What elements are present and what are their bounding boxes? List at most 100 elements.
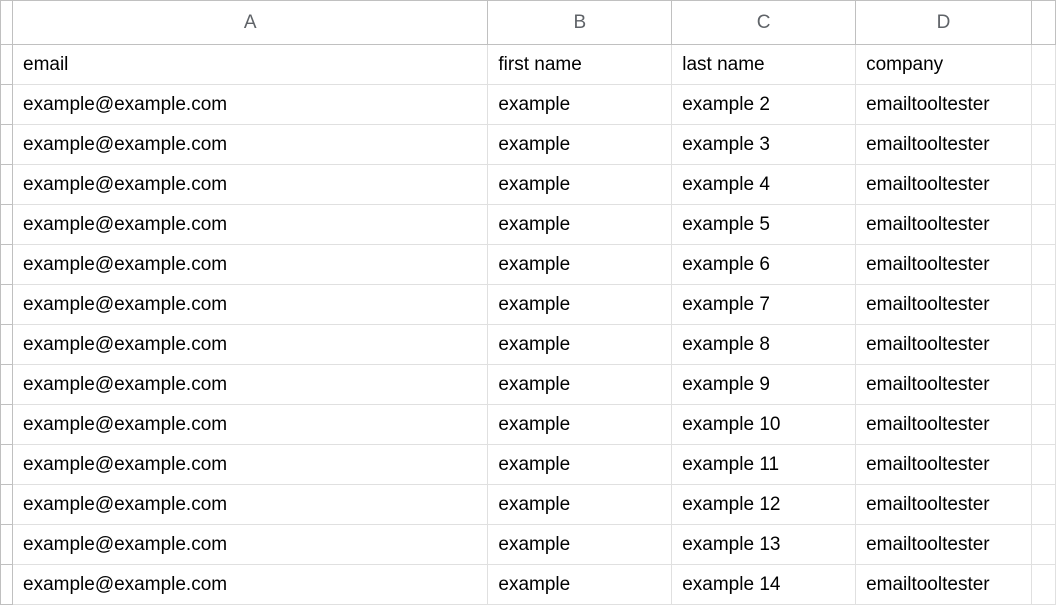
cell-first-name[interactable]: example [488,445,672,485]
cell-empty[interactable] [1031,125,1055,165]
cell-email[interactable]: example@example.com [13,245,488,285]
cell-company[interactable]: emailtooltester [856,485,1032,525]
cell-empty[interactable] [1031,525,1055,565]
column-header-c[interactable]: C [672,1,856,45]
cell-email[interactable]: example@example.com [13,525,488,565]
cell-empty[interactable] [1031,205,1055,245]
cell-first-name[interactable]: example [488,485,672,525]
cell-first-name[interactable]: example [488,205,672,245]
table-row: example@example.com example example 11 e… [1,445,1056,485]
cell-company[interactable]: emailtooltester [856,85,1032,125]
cell-last-name[interactable]: example 7 [672,285,856,325]
row-number[interactable] [1,565,13,605]
cell-empty[interactable] [1031,325,1055,365]
row-number[interactable] [1,445,13,485]
cell-first-name[interactable]: example [488,525,672,565]
cell-last-name[interactable]: example 8 [672,325,856,365]
table-row: example@example.com example example 12 e… [1,485,1056,525]
cell-email[interactable]: example@example.com [13,125,488,165]
column-header-b[interactable]: B [488,1,672,45]
column-header-e[interactable] [1031,1,1055,45]
cell-header-empty[interactable] [1031,45,1055,85]
cell-empty[interactable] [1031,565,1055,605]
table-row: example@example.com example example 9 em… [1,365,1056,405]
cell-company[interactable]: emailtooltester [856,565,1032,605]
cell-first-name[interactable]: example [488,365,672,405]
table-row: example@example.com example example 10 e… [1,405,1056,445]
column-header-a[interactable]: A [13,1,488,45]
select-all-corner[interactable] [1,1,13,45]
row-number[interactable] [1,525,13,565]
row-number[interactable] [1,165,13,205]
row-number[interactable] [1,405,13,445]
cell-first-name[interactable]: example [488,325,672,365]
cell-email[interactable]: example@example.com [13,85,488,125]
row-number[interactable] [1,325,13,365]
cell-company[interactable]: emailtooltester [856,245,1032,285]
cell-last-name[interactable]: example 3 [672,125,856,165]
column-header-row: A B C D [1,1,1056,45]
cell-email[interactable]: example@example.com [13,325,488,365]
cell-email[interactable]: example@example.com [13,405,488,445]
cell-last-name[interactable]: example 10 [672,405,856,445]
cell-first-name[interactable]: example [488,285,672,325]
row-number[interactable] [1,485,13,525]
row-number[interactable] [1,365,13,405]
cell-last-name[interactable]: example 5 [672,205,856,245]
row-number[interactable] [1,285,13,325]
cell-last-name[interactable]: example 12 [672,485,856,525]
row-number-header[interactable] [1,45,13,85]
cell-empty[interactable] [1031,85,1055,125]
table-row: example@example.com example example 6 em… [1,245,1056,285]
table-row: example@example.com example example 3 em… [1,125,1056,165]
row-number[interactable] [1,245,13,285]
cell-first-name[interactable]: example [488,85,672,125]
cell-header-last-name[interactable]: last name [672,45,856,85]
cell-email[interactable]: example@example.com [13,445,488,485]
table-row: example@example.com example example 13 e… [1,525,1056,565]
cell-last-name[interactable]: example 4 [672,165,856,205]
cell-company[interactable]: emailtooltester [856,165,1032,205]
cell-last-name[interactable]: example 14 [672,565,856,605]
cell-last-name[interactable]: example 2 [672,85,856,125]
cell-header-company[interactable]: company [856,45,1032,85]
cell-company[interactable]: emailtooltester [856,405,1032,445]
cell-header-first-name[interactable]: first name [488,45,672,85]
cell-last-name[interactable]: example 11 [672,445,856,485]
cell-first-name[interactable]: example [488,165,672,205]
cell-first-name[interactable]: example [488,405,672,445]
row-number[interactable] [1,85,13,125]
cell-first-name[interactable]: example [488,565,672,605]
cell-first-name[interactable]: example [488,245,672,285]
cell-company[interactable]: emailtooltester [856,325,1032,365]
cell-empty[interactable] [1031,285,1055,325]
cell-email[interactable]: example@example.com [13,205,488,245]
cell-last-name[interactable]: example 13 [672,525,856,565]
cell-company[interactable]: emailtooltester [856,445,1032,485]
cell-email[interactable]: example@example.com [13,565,488,605]
cell-company[interactable]: emailtooltester [856,525,1032,565]
cell-email[interactable]: example@example.com [13,285,488,325]
row-number[interactable] [1,205,13,245]
cell-first-name[interactable]: example [488,125,672,165]
cell-empty[interactable] [1031,405,1055,445]
cell-company[interactable]: emailtooltester [856,365,1032,405]
cell-empty[interactable] [1031,245,1055,285]
cell-email[interactable]: example@example.com [13,165,488,205]
table-row: example@example.com example example 5 em… [1,205,1056,245]
cell-email[interactable]: example@example.com [13,365,488,405]
cell-empty[interactable] [1031,485,1055,525]
cell-empty[interactable] [1031,445,1055,485]
cell-company[interactable]: emailtooltester [856,125,1032,165]
cell-email[interactable]: example@example.com [13,485,488,525]
cell-header-email[interactable]: email [13,45,488,85]
cell-company[interactable]: emailtooltester [856,205,1032,245]
cell-last-name[interactable]: example 6 [672,245,856,285]
row-number[interactable] [1,125,13,165]
cell-empty[interactable] [1031,365,1055,405]
table-row: example@example.com example example 4 em… [1,165,1056,205]
column-header-d[interactable]: D [856,1,1032,45]
cell-empty[interactable] [1031,165,1055,205]
cell-company[interactable]: emailtooltester [856,285,1032,325]
cell-last-name[interactable]: example 9 [672,365,856,405]
